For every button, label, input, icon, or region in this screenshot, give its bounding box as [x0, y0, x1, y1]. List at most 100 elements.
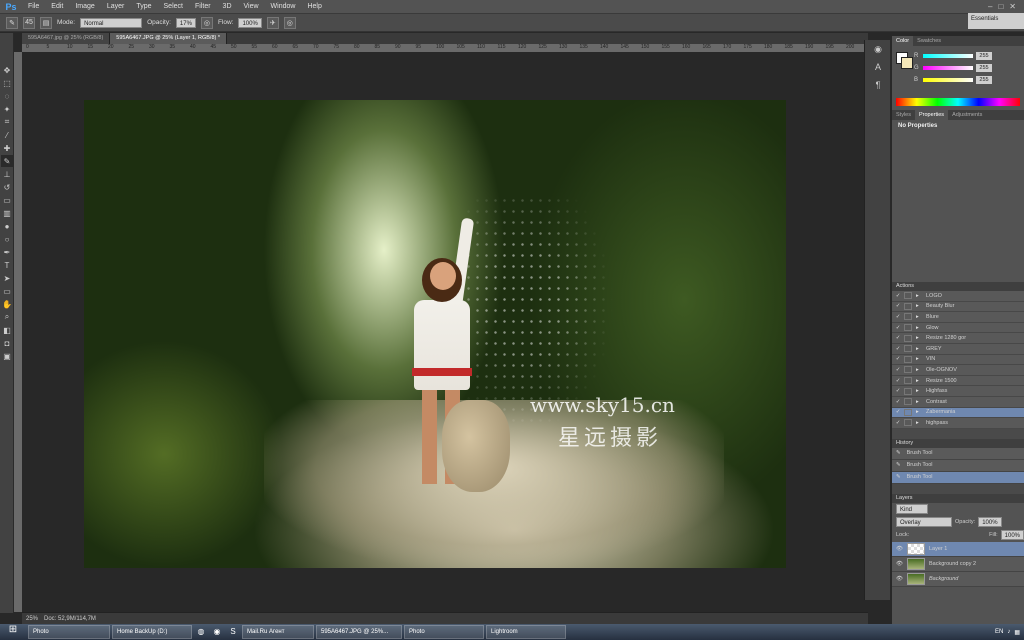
history-panel-title[interactable]: History: [892, 438, 1024, 448]
quick-select-tool-icon[interactable]: ✦: [1, 103, 13, 115]
layers-panel-title[interactable]: Layers: [892, 493, 1024, 503]
network-icon[interactable]: ▦: [1014, 629, 1020, 636]
expand-triangle-icon[interactable]: ▸: [916, 346, 926, 352]
action-check-icon[interactable]: ✓: [892, 378, 904, 384]
expand-triangle-icon[interactable]: ▸: [916, 420, 926, 426]
menu-view[interactable]: View: [238, 0, 265, 14]
firefox-icon[interactable]: ◍: [194, 625, 208, 639]
color-spectrum[interactable]: [896, 98, 1020, 106]
action-row[interactable]: ✓ ▸ Contrast: [892, 396, 1024, 408]
action-dialog-toggle[interactable]: [904, 345, 912, 353]
skype-icon[interactable]: S: [226, 625, 240, 639]
layer-row[interactable]: 👁 Background: [892, 571, 1024, 587]
eraser-tool-icon[interactable]: ▭: [1, 194, 13, 206]
action-dialog-toggle[interactable]: [904, 408, 912, 416]
pressure-opacity-icon[interactable]: ◎: [200, 16, 213, 29]
red-value[interactable]: 255: [976, 52, 992, 60]
doc-tab[interactable]: 595A6467.jpg @ 25% (RGB/8): [22, 33, 111, 44]
menu-image[interactable]: Image: [69, 0, 100, 14]
red-slider[interactable]: [923, 54, 973, 58]
opacity-field[interactable]: 17%: [175, 17, 196, 28]
action-dialog-toggle[interactable]: [904, 313, 912, 321]
action-check-icon[interactable]: ✓: [892, 293, 904, 299]
dodge-tool-icon[interactable]: ○: [1, 233, 13, 245]
action-dialog-toggle[interactable]: [904, 355, 912, 363]
workspace-switcher[interactable]: Essentials: [968, 13, 1024, 29]
airbrush-icon[interactable]: ✈: [266, 16, 279, 29]
brush-tool-icon[interactable]: ✎: [6, 16, 18, 29]
character-icon[interactable]: A: [870, 62, 886, 76]
task-photo-folder[interactable]: Photo: [28, 625, 110, 639]
healing-brush-tool-icon[interactable]: ✚: [1, 142, 13, 154]
doc-tab-active[interactable]: 595A6467.JPG @ 25% (Layer 1, RGB/8) *: [110, 33, 228, 44]
action-dialog-toggle[interactable]: [904, 302, 912, 310]
brush-tool-icon[interactable]: ✎: [1, 155, 13, 167]
action-check-icon[interactable]: ✓: [892, 409, 904, 415]
action-check-icon[interactable]: ✓: [892, 346, 904, 352]
action-dialog-toggle[interactable]: [904, 324, 912, 332]
action-row[interactable]: ✓ ▸ VIN: [892, 354, 1024, 366]
expand-triangle-icon[interactable]: ▸: [916, 314, 926, 320]
action-check-icon[interactable]: ✓: [892, 420, 904, 426]
volume-icon[interactable]: ♪: [1007, 629, 1010, 635]
layer-row[interactable]: 👁 Layer 1: [892, 541, 1024, 557]
task-photoshop[interactable]: 595A6467.JPG @ 25%...: [316, 625, 402, 639]
tab-properties[interactable]: Properties: [914, 110, 949, 120]
type-tool-icon[interactable]: T: [1, 259, 13, 271]
navigator-icon[interactable]: ◉: [870, 44, 886, 58]
language-indicator[interactable]: EN: [995, 629, 1003, 635]
action-dialog-toggle[interactable]: [904, 366, 912, 374]
action-dialog-toggle[interactable]: [904, 334, 912, 342]
layer-opacity-field[interactable]: 100%: [978, 517, 1002, 528]
quick-mask-icon[interactable]: ◘: [1, 337, 13, 349]
action-row[interactable]: ✓ ▸ Blure: [892, 312, 1024, 323]
color-swatches-icon[interactable]: ◧: [1, 324, 13, 336]
expand-triangle-icon[interactable]: ▸: [916, 356, 926, 362]
task-lightroom[interactable]: Lightroom: [486, 625, 566, 639]
visibility-eye-icon[interactable]: 👁: [896, 546, 903, 552]
menu-select[interactable]: Select: [158, 0, 189, 14]
visibility-eye-icon[interactable]: 👁: [896, 561, 903, 567]
action-dialog-toggle[interactable]: [904, 292, 912, 300]
background-swatch[interactable]: [901, 57, 913, 69]
history-row[interactable]: ✎ Brush Tool: [892, 459, 1024, 472]
task-mail-agent[interactable]: Mail.Ru Агент: [242, 625, 314, 639]
zoom-level[interactable]: 25%: [26, 616, 38, 622]
mode-select[interactable]: Normal: [80, 17, 143, 28]
task-photo-bridge[interactable]: Photo: [404, 625, 484, 639]
blend-mode-select[interactable]: Overlay: [896, 517, 952, 528]
expand-triangle-icon[interactable]: ▸: [916, 303, 926, 309]
hand-tool-icon[interactable]: ✋: [1, 298, 13, 310]
kind-filter-select[interactable]: Kind: [896, 504, 928, 515]
menu-layer[interactable]: Layer: [101, 0, 131, 14]
expand-triangle-icon[interactable]: ▸: [916, 325, 926, 331]
action-row[interactable]: ✓ ▸ highpass: [892, 418, 1024, 429]
chrome-icon[interactable]: ◉: [210, 625, 224, 639]
menu-type[interactable]: Type: [130, 0, 157, 14]
action-check-icon[interactable]: ✓: [892, 335, 904, 341]
action-dialog-toggle[interactable]: [904, 387, 912, 395]
action-dialog-toggle[interactable]: [904, 419, 912, 427]
tab-styles[interactable]: Styles: [892, 110, 915, 120]
expand-triangle-icon[interactable]: ▸: [916, 378, 926, 384]
actions-panel-title[interactable]: Actions: [892, 282, 1024, 291]
action-check-icon[interactable]: ✓: [892, 325, 904, 331]
history-row[interactable]: ✎ Brush Tool: [892, 447, 1024, 460]
paragraph-icon[interactable]: ¶: [870, 80, 886, 94]
close-button[interactable]: ✕: [1009, 2, 1016, 11]
brush-panel-icon[interactable]: ▤: [40, 16, 52, 29]
minimize-button[interactable]: –: [988, 2, 992, 11]
visibility-eye-icon[interactable]: 👁: [896, 576, 903, 582]
expand-triangle-icon[interactable]: ▸: [916, 293, 926, 299]
action-row[interactable]: ✓ ▸ GREY: [892, 343, 1024, 355]
action-row[interactable]: ✓ ▸ LOGO: [892, 291, 1024, 302]
blue-value[interactable]: 255: [976, 76, 992, 84]
action-row[interactable]: ✓ ▸ Ole-OGNOV: [892, 365, 1024, 376]
expand-triangle-icon[interactable]: ▸: [916, 399, 926, 405]
tab-swatches[interactable]: Swatches: [913, 36, 945, 46]
action-row[interactable]: ✓ ▸ Highfass: [892, 386, 1024, 397]
marquee-tool-icon[interactable]: ⬚: [1, 77, 13, 89]
screen-mode-icon[interactable]: ▣: [1, 350, 13, 362]
green-slider[interactable]: [923, 66, 973, 70]
blur-tool-icon[interactable]: ●: [1, 220, 13, 232]
